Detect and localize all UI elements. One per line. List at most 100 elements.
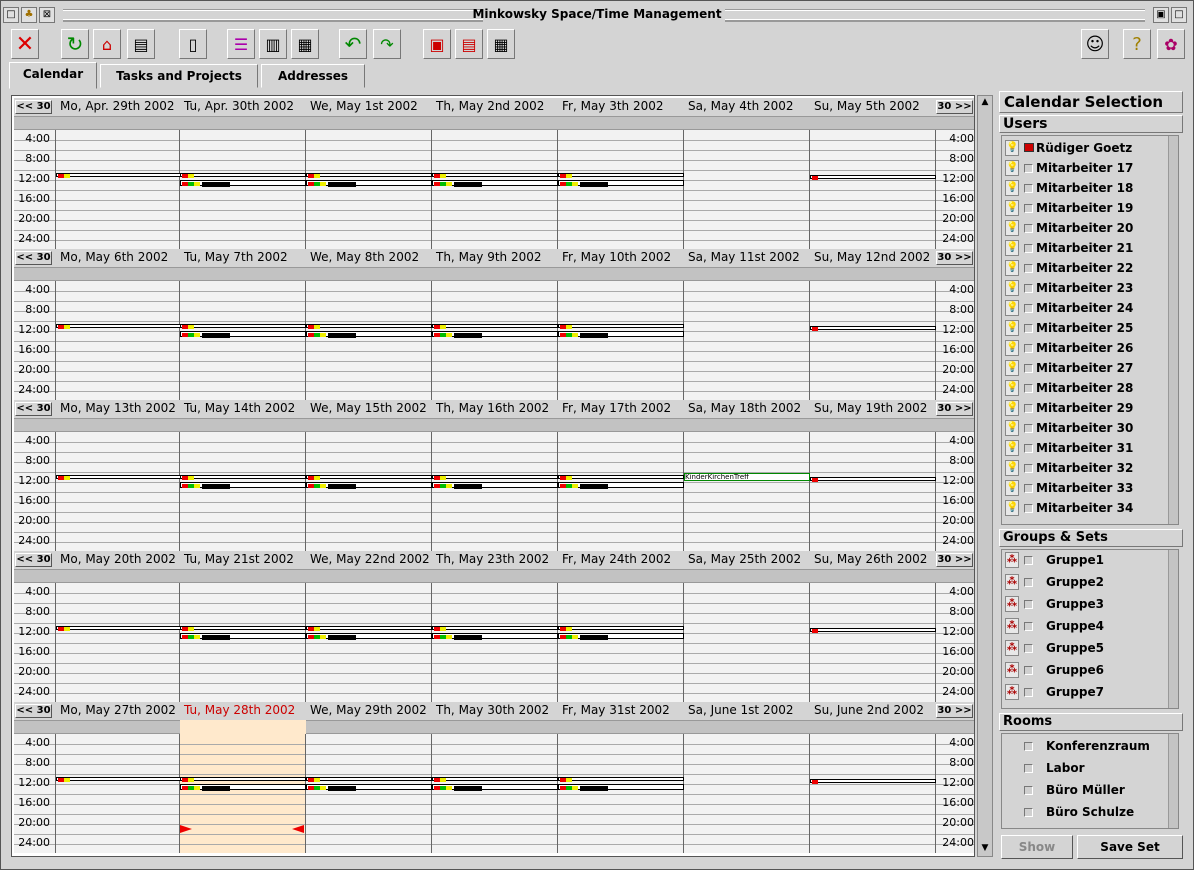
calendar-event[interactable] [56, 626, 182, 630]
calendar-event[interactable] [180, 173, 306, 177]
month-view-icon[interactable]: ▦ [291, 29, 319, 59]
scroll-down-icon[interactable]: ▼ [979, 843, 991, 855]
bulb-icon[interactable]: 💡 [1005, 140, 1019, 156]
all-day-row[interactable] [14, 720, 974, 734]
bulb-icon[interactable]: 💡 [1005, 380, 1019, 396]
calendar-event[interactable] [558, 626, 684, 630]
prev-30-button[interactable]: << 30 [15, 100, 52, 114]
group-checkbox[interactable] [1024, 622, 1033, 631]
calendar-event[interactable] [306, 626, 432, 630]
minimize-icon[interactable]: ▣ [1153, 7, 1169, 23]
day-header[interactable]: Tu, May 7th 2002 [180, 249, 306, 267]
room-item[interactable]: Büro Müller [1002, 780, 1172, 800]
day-header[interactable]: We, May 15th 2002 [306, 400, 432, 418]
bulb-icon[interactable]: 💡 [1005, 480, 1019, 496]
day-header[interactable]: Su, June 2nd 2002 [810, 702, 936, 720]
save-set-button[interactable]: Save Set [1077, 835, 1183, 859]
list-view-icon[interactable]: ▦ [487, 29, 515, 59]
calendar-event[interactable] [432, 475, 558, 479]
user-checkbox[interactable] [1024, 264, 1033, 273]
calendar-scrollbar[interactable]: ▲ ▼ [977, 95, 993, 857]
day-header[interactable]: Mo, May 6th 2002 [56, 249, 182, 267]
tab-tasks-projects[interactable]: Tasks and Projects [100, 64, 258, 88]
user-item[interactable]: 💡 Mitarbeiter 29 [1002, 398, 1172, 418]
group-checkbox[interactable] [1024, 688, 1033, 697]
day-header[interactable]: Su, May 12nd 2002 [810, 249, 936, 267]
calendar-event[interactable] [432, 777, 558, 781]
day-header[interactable]: We, May 22nd 2002 [306, 551, 432, 569]
user-avatar-icon[interactable]: ☺ [1081, 29, 1109, 59]
show-button[interactable]: Show [1001, 835, 1073, 859]
bulb-icon[interactable]: 💡 [1005, 460, 1019, 476]
group-checkbox[interactable] [1024, 556, 1033, 565]
rooms-scrollbar[interactable] [1168, 734, 1178, 828]
day-header[interactable]: Mo, May 13th 2002 [56, 400, 182, 418]
group-item[interactable]: ⁂ Gruppe3 [1002, 594, 1172, 614]
calendar-event[interactable] [306, 777, 432, 781]
calendar-event[interactable] [558, 173, 684, 177]
user-item[interactable]: 💡 Mitarbeiter 30 [1002, 418, 1172, 438]
user-checkbox[interactable] [1024, 164, 1033, 173]
help-icon[interactable]: ? [1123, 29, 1151, 59]
calendar-event[interactable] [180, 777, 306, 781]
calendar-event[interactable] [56, 324, 182, 328]
day-header[interactable]: Mo, Apr. 29th 2002 [56, 98, 182, 116]
calendar-event[interactable] [56, 777, 182, 781]
user-checkbox[interactable] [1024, 504, 1033, 513]
user-checkbox[interactable] [1024, 464, 1033, 473]
group-item[interactable]: ⁂ Gruppe5 [1002, 638, 1172, 658]
all-day-row[interactable] [14, 418, 974, 432]
calendar-event[interactable] [432, 324, 558, 328]
user-checkbox[interactable] [1024, 304, 1033, 313]
calendar-event[interactable] [810, 779, 936, 783]
user-item[interactable]: 💡 Mitarbeiter 31 [1002, 438, 1172, 458]
day-header[interactable]: Fr, May 10th 2002 [558, 249, 684, 267]
multi-day-icon[interactable]: ▤ [455, 29, 483, 59]
user-checkbox[interactable] [1024, 424, 1033, 433]
user-checkbox[interactable] [1024, 284, 1033, 293]
prev-30-button[interactable]: << 30 [15, 704, 52, 718]
next-30-button[interactable]: 30 >> [936, 704, 973, 718]
all-day-row[interactable] [14, 267, 974, 281]
day-header[interactable]: Mo, May 20th 2002 [56, 551, 182, 569]
group-checkbox[interactable] [1024, 578, 1033, 587]
group-item[interactable]: ⁂ Gruppe1 [1002, 550, 1172, 570]
user-checkbox[interactable] [1024, 324, 1033, 333]
calendar-event[interactable] [810, 477, 936, 481]
refresh-icon[interactable]: ↻ [61, 29, 89, 59]
user-checkbox[interactable] [1024, 204, 1033, 213]
home-icon[interactable]: ⌂ [93, 29, 121, 59]
user-item[interactable]: 💡 Mitarbeiter 33 [1002, 478, 1172, 498]
user-item[interactable]: 💡 Mitarbeiter 27 [1002, 358, 1172, 378]
user-item[interactable]: 💡 Mitarbeiter 22 [1002, 258, 1172, 278]
group-item[interactable]: ⁂ Gruppe2 [1002, 572, 1172, 592]
calendar-event[interactable] [56, 173, 182, 177]
calendar-event[interactable] [306, 324, 432, 328]
calendar-event[interactable] [558, 777, 684, 781]
time-grid[interactable]: 4:00 4:00 8:00 8:00 12:00 12:00 16:00 16:00 20:0… [14, 130, 974, 249]
bulb-icon[interactable]: 💡 [1005, 300, 1019, 316]
user-item[interactable]: 💡 Mitarbeiter 24 [1002, 298, 1172, 318]
prev-30-button[interactable]: << 30 [15, 402, 52, 416]
room-item[interactable]: Konferenzraum [1002, 736, 1172, 756]
next-30-button[interactable]: 30 >> [936, 402, 973, 416]
user-item[interactable]: 💡 Mitarbeiter 19 [1002, 198, 1172, 218]
user-item[interactable]: 💡 Mitarbeiter 20 [1002, 218, 1172, 238]
prev-30-button[interactable]: << 30 [15, 251, 52, 265]
room-checkbox[interactable] [1024, 764, 1033, 773]
group-checkbox[interactable] [1024, 600, 1033, 609]
close-icon[interactable]: ✕ [11, 29, 39, 59]
group-checkbox[interactable] [1024, 666, 1033, 675]
day-header[interactable]: Sa, June 1st 2002 [684, 702, 810, 720]
time-grid[interactable]: 4:00 4:00 8:00 8:00 12:00 12:00 16:00 16:00 20:0… [14, 720, 974, 853]
users-scrollbar[interactable] [1168, 136, 1178, 524]
time-grid[interactable]: 4:00 4:00 8:00 8:00 12:00 12:00 16:00 16:00 20:0… [14, 432, 974, 551]
calendar-event[interactable] [180, 626, 306, 630]
day-header[interactable]: Fr, May 17th 2002 [558, 400, 684, 418]
user-item[interactable]: 💡 Mitarbeiter 28 [1002, 378, 1172, 398]
user-checkbox[interactable] [1024, 224, 1033, 233]
scroll-up-icon[interactable]: ▲ [979, 97, 991, 109]
calendar-event[interactable] [810, 175, 936, 179]
week-view-icon[interactable]: ▥ [259, 29, 287, 59]
room-checkbox[interactable] [1024, 742, 1033, 751]
